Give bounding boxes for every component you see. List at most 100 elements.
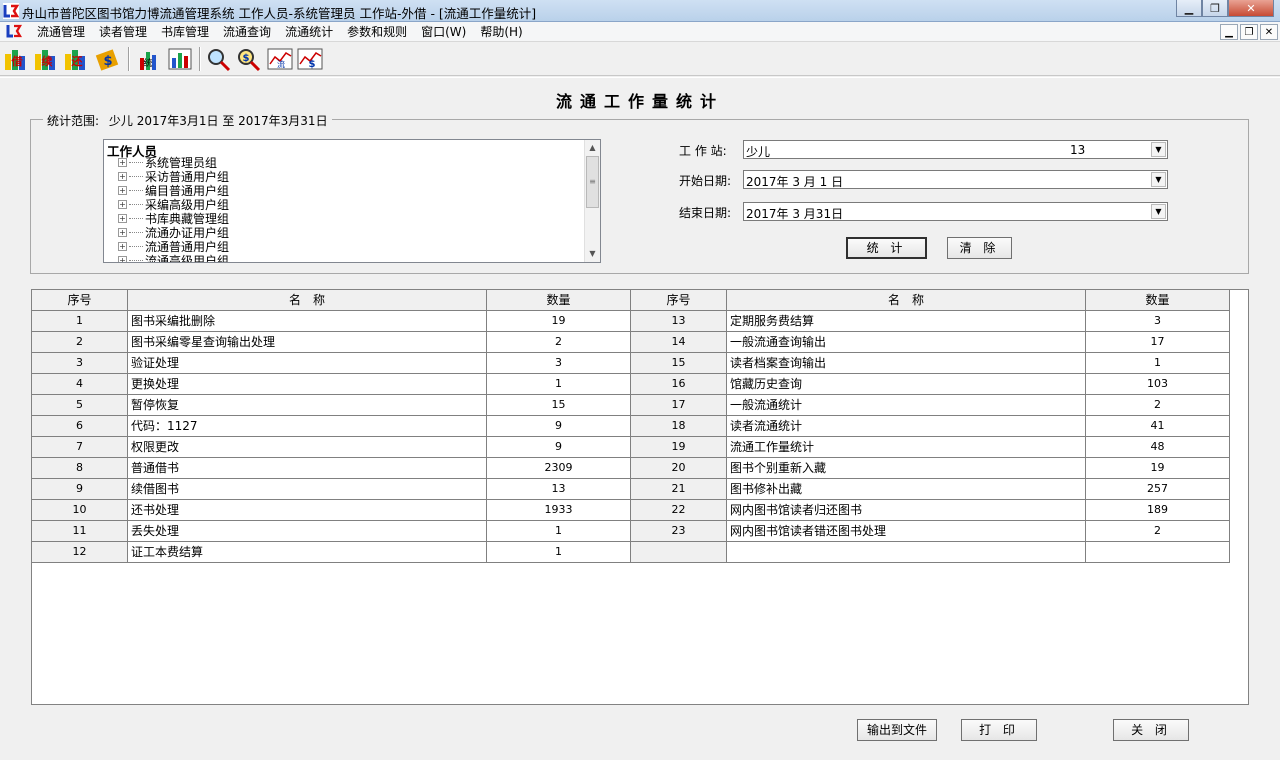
expand-icon[interactable]: +: [118, 255, 127, 262]
scroll-down-icon[interactable]: ▼: [585, 246, 600, 262]
col-count-2[interactable]: 数量: [1086, 290, 1230, 311]
table-row[interactable]: 7 权限更改 9 19 流通工作量统计 48: [32, 437, 1230, 458]
mdi-minimize-button[interactable]: ▁: [1220, 24, 1238, 40]
table-row[interactable]: 3 验证处理 3 15 读者档案查询输出 1: [32, 353, 1230, 374]
main-panel: 流通工作量统计 统计范围: 少儿 2017年3月1日 至 2017年3月31日 …: [0, 77, 1280, 760]
window-title: 舟山市普陀区图书馆力博流通管理系统 工作人员-系统管理员 工作站-外借 - [流…: [22, 6, 537, 21]
table-row[interactable]: 9 续借图书 13 21 图书修补出藏 257: [32, 479, 1230, 500]
menu-statistics[interactable]: 流通统计: [278, 24, 340, 40]
svg-text:流: 流: [277, 59, 285, 69]
table-row[interactable]: 6 代码：1127 9 18 读者流通统计 41: [32, 416, 1230, 437]
range-label: 统计范围:: [47, 114, 100, 128]
col-name[interactable]: 名 称: [128, 290, 487, 311]
table-cell: 代码：1127: [128, 416, 487, 437]
table-cell: 1: [487, 542, 631, 563]
search-icon[interactable]: [205, 46, 233, 72]
table-row[interactable]: 5 暂停恢复 15 17 一般流通统计 2: [32, 395, 1230, 416]
table-cell: 定期服务费结算: [727, 311, 1086, 332]
scroll-thumb[interactable]: ≡: [586, 156, 599, 208]
table-row[interactable]: 1 图书采编批删除 19 13 定期服务费结算 3: [32, 311, 1230, 332]
mdi-close-button[interactable]: ✕: [1260, 24, 1278, 40]
table-cell: 189: [1086, 500, 1230, 521]
tree-node[interactable]: + 流通高级用户组: [118, 253, 229, 262]
return-icon[interactable]: 还: [63, 46, 91, 72]
menu-readers[interactable]: 读者管理: [92, 24, 154, 40]
expand-icon[interactable]: +: [118, 227, 127, 237]
table-cell: 更换处理: [128, 374, 487, 395]
start-date-value: 2017年 3 月 1 日: [746, 175, 844, 189]
scroll-up-icon[interactable]: ▲: [585, 140, 600, 156]
table-cell: 一般流通查询输出: [727, 332, 1086, 353]
table-cell: 9: [32, 479, 128, 500]
table-cell: 1933: [487, 500, 631, 521]
table-cell: 还书处理: [128, 500, 487, 521]
statistics-icon[interactable]: 统: [134, 46, 162, 72]
expand-icon[interactable]: +: [118, 241, 127, 251]
range-value: 少儿 2017年3月1日 至 2017年3月31日: [108, 114, 328, 128]
end-date-picker[interactable]: 2017年 3 月31日 ▼: [743, 202, 1168, 221]
staff-tree[interactable]: 工作人员 + 系统管理员组 + 采访普通用户组 + 编目普通用户组 + 采编高级用户组 …: [103, 139, 601, 263]
station-combo[interactable]: 少儿 13 ▼: [743, 140, 1168, 159]
table-cell: 3: [32, 353, 128, 374]
table-cell: 1: [1086, 353, 1230, 374]
circulation-chart-icon[interactable]: 流: [266, 46, 294, 72]
search-money-icon[interactable]: $: [235, 46, 263, 72]
chart-icon[interactable]: [166, 46, 194, 72]
toolbar-separator: [199, 47, 201, 71]
chevron-down-icon[interactable]: ▼: [1151, 172, 1166, 187]
table-cell: 20: [631, 458, 727, 479]
minimize-button[interactable]: ▁: [1176, 0, 1202, 17]
document-logo-icon[interactable]: [6, 23, 22, 39]
table-row[interactable]: 12 证工本费结算 1: [32, 542, 1230, 563]
close-window-button[interactable]: ✕: [1228, 0, 1274, 17]
table-cell: 验证处理: [128, 353, 487, 374]
start-date-picker[interactable]: 2017年 3 月 1 日 ▼: [743, 170, 1168, 189]
maximize-button[interactable]: ❐: [1202, 0, 1228, 17]
end-date-label: 结束日期:: [679, 206, 732, 220]
chevron-down-icon[interactable]: ▼: [1151, 204, 1166, 219]
menu-circulation[interactable]: 流通管理: [30, 24, 92, 40]
clear-button[interactable]: 清 除: [947, 237, 1012, 259]
table-row[interactable]: 11 丢失处理 1 23 网内图书馆读者错还图书处理 2: [32, 521, 1230, 542]
table-cell: 21: [631, 479, 727, 500]
mdi-restore-button[interactable]: ❐: [1240, 24, 1258, 40]
menu-help[interactable]: 帮助(H): [473, 24, 529, 40]
print-button[interactable]: 打 印: [961, 719, 1037, 741]
menu-stacks[interactable]: 书库管理: [154, 24, 216, 40]
table-cell: 19: [1086, 458, 1230, 479]
expand-icon[interactable]: +: [118, 157, 127, 167]
col-seq-2[interactable]: 序号: [631, 290, 727, 311]
table-cell: 15: [631, 353, 727, 374]
money-chart-icon[interactable]: $: [296, 46, 324, 72]
table-cell: 馆藏历史查询: [727, 374, 1086, 395]
table-cell: 4: [32, 374, 128, 395]
col-seq[interactable]: 序号: [32, 290, 128, 311]
expand-icon[interactable]: +: [118, 213, 127, 223]
table-row[interactable]: 10 还书处理 1933 22 网内图书馆读者归还图书 189: [32, 500, 1230, 521]
close-button[interactable]: 关 闭: [1113, 719, 1189, 741]
chevron-down-icon[interactable]: ▼: [1151, 142, 1166, 157]
table-cell: 19: [631, 437, 727, 458]
export-button[interactable]: 输出到文件: [857, 719, 937, 741]
statistics-button[interactable]: 统 计: [846, 237, 927, 259]
menu-query[interactable]: 流通查询: [216, 24, 278, 40]
results-grid[interactable]: 序号 名 称 数量 序号 名 称 数量 1 图书采编批删除 19 13 定期服务费结算 3…: [31, 289, 1249, 705]
menu-window[interactable]: 窗口(W): [414, 24, 473, 40]
table-row[interactable]: 2 图书采编零星查询输出处理 2 14 一般流通查询输出 17: [32, 332, 1230, 353]
col-name-2[interactable]: 名 称: [727, 290, 1086, 311]
expand-icon[interactable]: +: [118, 185, 127, 195]
fee-icon[interactable]: $: [94, 46, 122, 72]
table-cell: 9: [487, 437, 631, 458]
svg-text:统: 统: [143, 57, 152, 69]
tree-scrollbar[interactable]: ▲ ≡ ▼: [584, 140, 600, 262]
table-row[interactable]: 4 更换处理 1 16 馆藏历史查询 103: [32, 374, 1230, 395]
renew-icon[interactable]: 续: [33, 46, 61, 72]
col-count[interactable]: 数量: [487, 290, 631, 311]
table-row[interactable]: 8 普通借书 2309 20 图书个别重新入藏 19: [32, 458, 1230, 479]
menu-params[interactable]: 参数和规则: [340, 24, 414, 40]
expand-icon[interactable]: +: [118, 199, 127, 209]
expand-icon[interactable]: +: [118, 171, 127, 181]
borrow-icon[interactable]: 借: [3, 46, 31, 72]
table-cell: 14: [631, 332, 727, 353]
table-cell: 257: [1086, 479, 1230, 500]
